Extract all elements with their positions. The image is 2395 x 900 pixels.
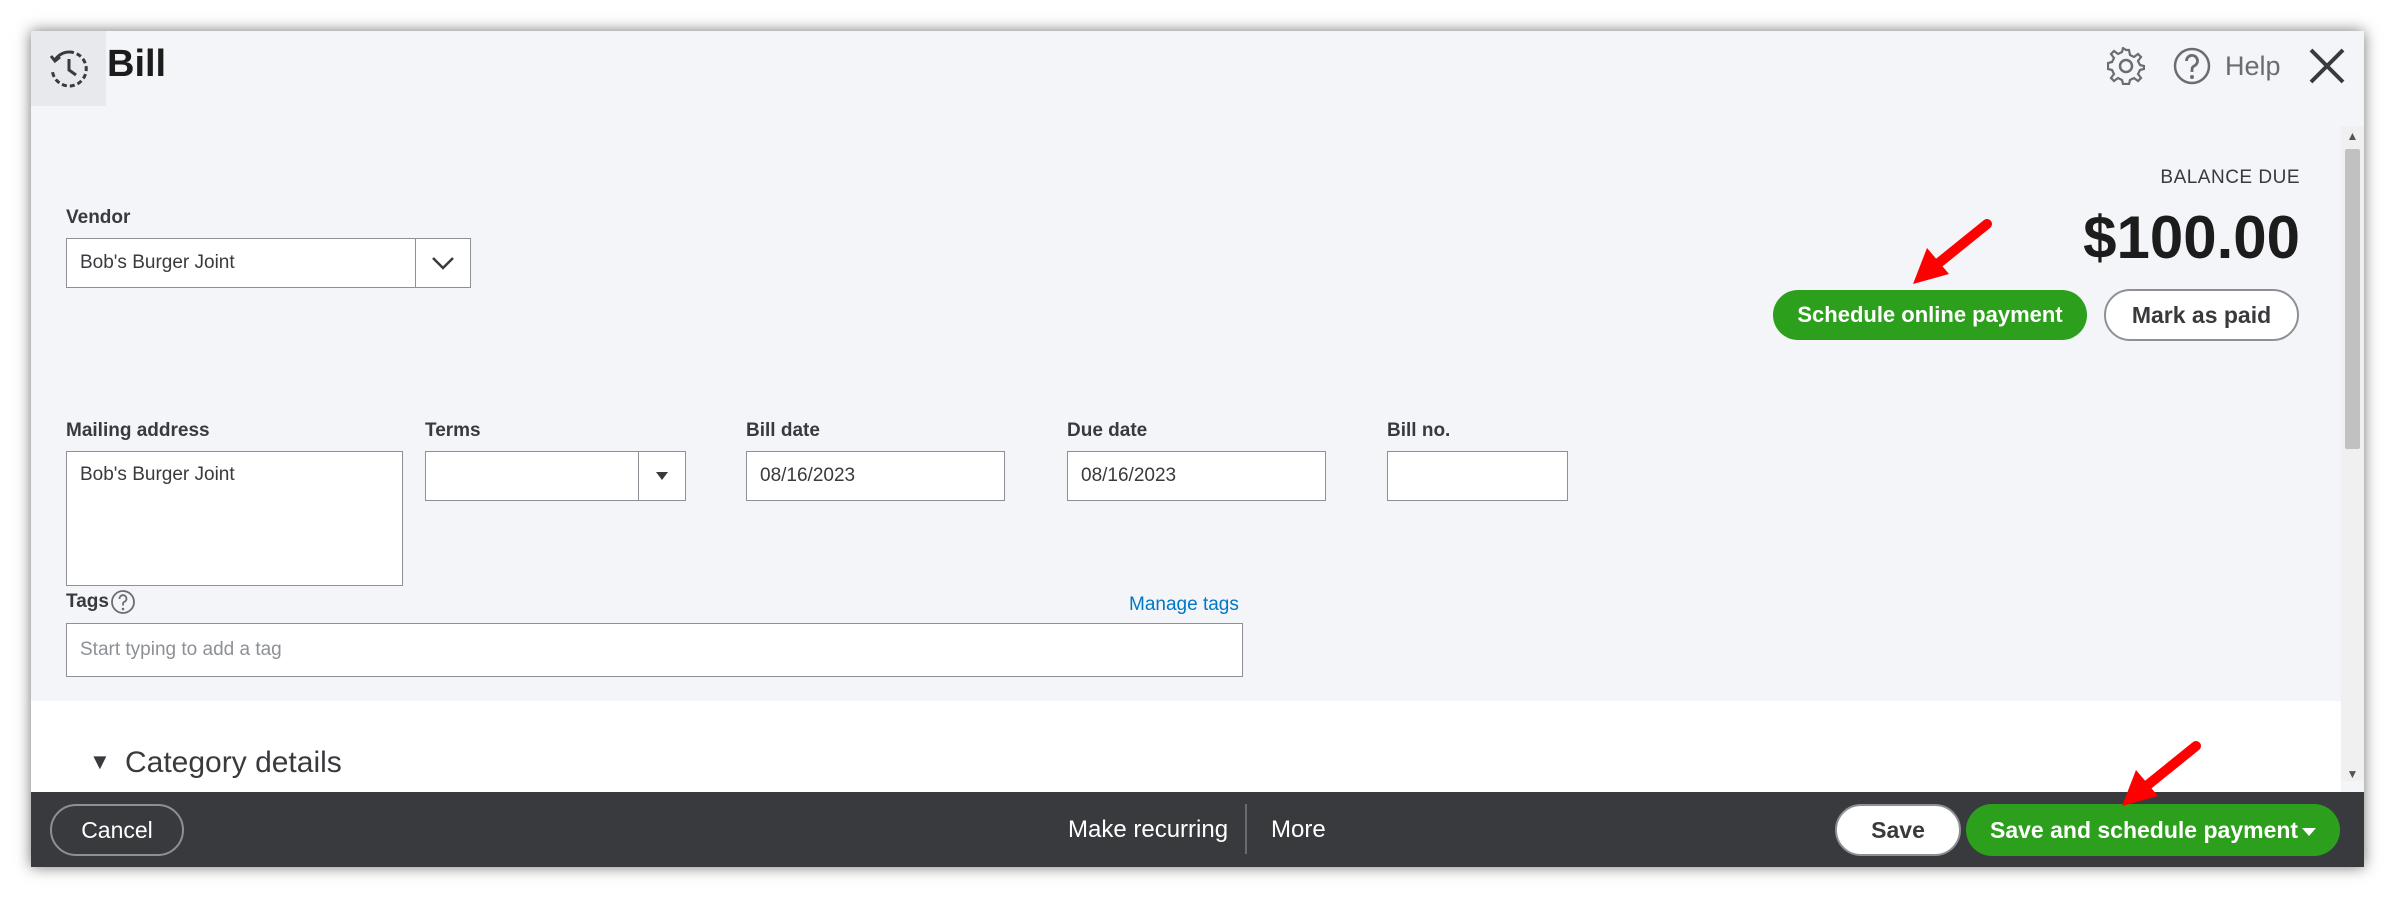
save-options-caret-icon[interactable] xyxy=(2301,824,2317,842)
balance-due-amount: $100.00 xyxy=(2083,204,2300,271)
due-date-field[interactable]: 08/16/2023 xyxy=(1067,451,1326,501)
bill-window: Bill Help ▲ ▼ Vendor Bob's Burger Joint … xyxy=(31,31,2364,867)
close-icon[interactable] xyxy=(2306,45,2348,87)
terms-field[interactable] xyxy=(425,451,639,501)
scroll-down-icon[interactable]: ▼ xyxy=(2345,767,2360,781)
vendor-dropdown-button[interactable] xyxy=(415,238,471,288)
more-button[interactable]: More xyxy=(1271,816,1326,844)
chevron-down-icon xyxy=(432,257,454,270)
vendor-label: Vendor xyxy=(66,207,131,228)
schedule-online-payment-button[interactable]: Schedule online payment xyxy=(1773,290,2087,340)
annotation-arrow-icon xyxy=(2122,741,2201,806)
mark-as-paid-button[interactable]: Mark as paid xyxy=(2104,289,2299,341)
footer-bar: Cancel Make recurring More Save Save and… xyxy=(31,792,2364,867)
help-icon[interactable] xyxy=(2171,45,2213,87)
mailing-address-field[interactable]: Bob's Burger Joint xyxy=(66,451,403,586)
footer-divider xyxy=(1245,804,1247,854)
scroll-thumb[interactable] xyxy=(2345,149,2360,449)
tags-placeholder: Start typing to add a tag xyxy=(80,639,282,660)
cancel-button[interactable]: Cancel xyxy=(50,804,184,856)
scroll-up-icon[interactable]: ▲ xyxy=(2345,129,2360,143)
help-label[interactable]: Help xyxy=(2225,51,2281,82)
due-date-value: 08/16/2023 xyxy=(1081,465,1177,486)
save-button[interactable]: Save xyxy=(1835,804,1961,856)
vendor-value: Bob's Burger Joint xyxy=(80,252,235,273)
collapse-caret-icon[interactable]: ▼ xyxy=(89,749,111,775)
tags-label: Tags xyxy=(66,591,109,612)
tags-input[interactable]: Start typing to add a tag xyxy=(66,623,1243,677)
tags-help-icon[interactable] xyxy=(109,588,137,616)
bill-date-value: 08/16/2023 xyxy=(760,465,856,486)
due-date-label: Due date xyxy=(1067,420,1148,441)
mailing-address-label: Mailing address xyxy=(66,420,210,441)
recent-history-icon xyxy=(49,49,88,87)
bill-date-label: Bill date xyxy=(746,420,820,441)
bill-no-label: Bill no. xyxy=(1387,420,1451,441)
mailing-address-value: Bob's Burger Joint xyxy=(80,464,235,485)
balance-due-label: BALANCE DUE xyxy=(2160,167,2300,188)
category-details-title[interactable]: Category details xyxy=(125,746,342,780)
page-title: Bill xyxy=(107,43,167,85)
bill-no-field[interactable] xyxy=(1387,451,1568,501)
manage-tags-link[interactable]: Manage tags xyxy=(1129,594,1239,616)
vendor-field[interactable]: Bob's Burger Joint xyxy=(66,238,416,288)
save-and-schedule-payment-button[interactable]: Save and schedule payment xyxy=(1966,804,2340,856)
gear-icon[interactable] xyxy=(2106,46,2146,86)
terms-dropdown-button[interactable] xyxy=(638,451,686,501)
save-and-schedule-label: Save and schedule payment xyxy=(1990,816,2299,843)
terms-label: Terms xyxy=(425,420,481,441)
recent-transactions-button[interactable] xyxy=(31,31,106,106)
caret-down-icon xyxy=(656,472,668,480)
bill-date-field[interactable]: 08/16/2023 xyxy=(746,451,1005,501)
make-recurring-button[interactable]: Make recurring xyxy=(1068,816,1228,844)
annotation-arrow-icon xyxy=(1913,219,1992,284)
